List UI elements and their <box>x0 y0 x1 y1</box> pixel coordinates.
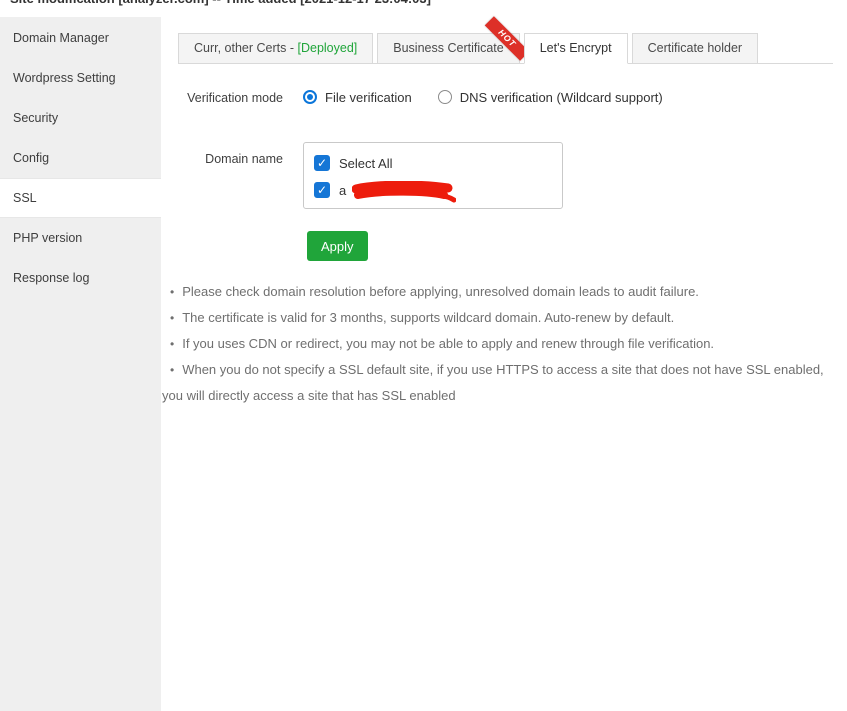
sidebar-item-wordpress-setting[interactable]: Wordpress Setting <box>0 58 161 98</box>
sidebar-item-response-log[interactable]: Response log <box>0 258 161 298</box>
tab-business-certificate-label: Business Certificate <box>393 41 504 55</box>
tab-curr-other-certs[interactable]: Curr, other Certs - [Deployed] <box>178 33 374 64</box>
tab-lets-encrypt[interactable]: Let's Encrypt <box>523 33 628 64</box>
bullet-icon: • <box>170 311 175 325</box>
domain-name-label: Domain name <box>205 152 283 166</box>
domain-list-box: Select All a <box>303 142 563 209</box>
sidebar-item-php-version[interactable]: PHP version <box>0 218 161 258</box>
sidebar-item-domain-manager[interactable]: Domain Manager <box>0 18 161 58</box>
note-text: The certificate is valid for 3 months, s… <box>182 310 675 325</box>
tab-business-certificate[interactable]: Business Certificate HOT <box>377 16 530 64</box>
dns-verification-radio-icon[interactable] <box>437 90 452 104</box>
note-text: When you do not specify a SSL default si… <box>162 362 824 403</box>
sidebar-item-config[interactable]: Config <box>0 138 161 178</box>
tab-bar: Curr, other Certs - [Deployed] Business … <box>178 16 833 64</box>
domain-item-row[interactable]: a <box>314 179 552 203</box>
radio-option-file-verification[interactable]: File verification <box>303 90 412 105</box>
note-item: • The certificate is valid for 3 months, … <box>162 305 833 331</box>
tab-lets-encrypt-label: Let's Encrypt <box>539 41 612 55</box>
ssl-panel: Curr, other Certs - [Deployed] Business … <box>161 0 847 711</box>
domain-checkbox[interactable] <box>314 182 330 198</box>
sidebar: Domain Manager Wordpress Setting Securit… <box>0 17 161 711</box>
sidebar-item-security[interactable]: Security <box>0 98 161 138</box>
tab-certificate-holder-label: Certificate holder <box>647 41 743 55</box>
bullet-icon: • <box>170 337 175 351</box>
select-all-checkbox[interactable] <box>314 155 330 171</box>
select-all-label: Select All <box>339 155 393 171</box>
site-modification-window: Site modification [analyzer.com] -- Time… <box>0 0 847 711</box>
select-all-row[interactable]: Select All <box>314 152 552 174</box>
domain-text-prefix: a <box>339 182 347 198</box>
note-item: • When you do not specify a SSL default s… <box>162 357 833 408</box>
sidebar-item-ssl[interactable]: SSL <box>0 178 161 218</box>
bullet-icon: • <box>170 363 175 377</box>
radio-option-dns-verification[interactable]: DNS verification (Wildcard support) <box>437 89 663 105</box>
verification-mode-label: Verification mode <box>187 91 283 105</box>
bullet-icon: • <box>170 285 175 299</box>
dns-verification-label: DNS verification (Wildcard support) <box>459 89 663 105</box>
file-verification-radio-icon[interactable] <box>303 90 317 104</box>
domain-name-row: Domain name Select All a <box>161 142 847 209</box>
note-text: If you uses CDN or redirect, you may not… <box>182 336 715 351</box>
note-text: Please check domain resolution before ap… <box>182 284 699 299</box>
notes-list: • Please check domain resolution before a… <box>162 279 833 408</box>
tab-curr-other-certs-label: Curr, other Certs - <box>194 41 298 55</box>
note-item: • If you uses CDN or redirect, you may no… <box>162 331 833 357</box>
note-item: • Please check domain resolution before a… <box>162 279 833 305</box>
tab-certificate-holder[interactable]: Certificate holder <box>631 33 759 64</box>
verification-options: File verification DNS verification (Wild… <box>303 89 663 105</box>
deployed-status: [Deployed] <box>297 41 358 55</box>
redacted-domain-scribble <box>352 181 457 203</box>
apply-button[interactable]: Apply <box>307 231 368 261</box>
file-verification-label: File verification <box>325 89 412 105</box>
verification-mode-row: Verification mode File verification DNS … <box>161 89 847 106</box>
